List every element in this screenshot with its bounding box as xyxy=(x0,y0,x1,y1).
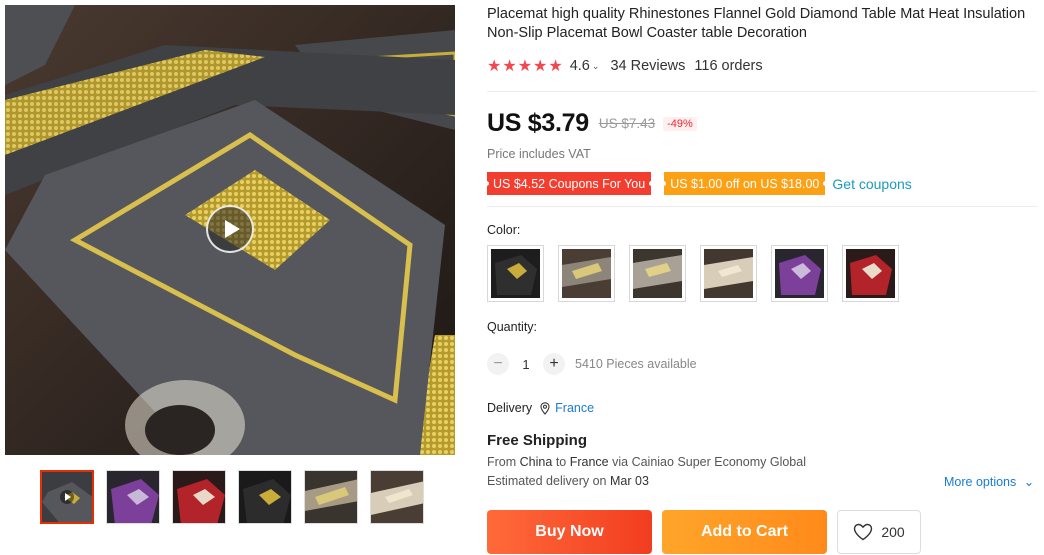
swatch-image xyxy=(704,249,753,298)
quantity-label: Quantity: xyxy=(487,320,538,334)
swatch-image xyxy=(491,249,540,298)
product-title: Placemat high quality Rhinestones Flanne… xyxy=(487,6,1026,41)
swatch-image xyxy=(562,249,611,298)
get-coupons-link[interactable]: Get coupons xyxy=(832,176,911,192)
color-swatch-gray-gold[interactable] xyxy=(558,245,615,302)
color-swatches xyxy=(487,245,899,302)
buy-now-button[interactable]: Buy Now xyxy=(487,510,652,554)
shipping-route: From China to France via Cainiao Super E… xyxy=(487,455,806,469)
divider xyxy=(487,91,1037,92)
thumbnail-purple[interactable] xyxy=(106,470,160,524)
thumbnail-image xyxy=(173,471,225,523)
thumbnail-black[interactable] xyxy=(238,470,292,524)
thumbnail-image xyxy=(305,471,357,523)
divider xyxy=(487,206,1037,207)
shipping-origin: China xyxy=(519,455,553,469)
thumbnail-image xyxy=(107,471,159,523)
swatch-art xyxy=(779,255,821,295)
swatch-image xyxy=(846,249,895,298)
color-label: Color: xyxy=(487,223,521,237)
chevron-down-icon: ⌄ xyxy=(1023,475,1035,489)
reviews-link[interactable]: 34 Reviews xyxy=(610,58,685,74)
eta-date: Mar 03 xyxy=(610,474,649,488)
color-swatch-red[interactable] xyxy=(842,245,899,302)
swatch-art xyxy=(562,257,611,287)
swatch-art xyxy=(495,255,537,295)
orders-count: 116 orders xyxy=(694,58,763,74)
color-swatch-beige[interactable] xyxy=(700,245,757,302)
eta-prefix: Estimated delivery on xyxy=(487,474,607,488)
stock-available: 5410 Pieces available xyxy=(575,357,697,371)
swatch-image xyxy=(633,249,682,298)
color-swatch-gray-light[interactable] xyxy=(629,245,686,302)
coupon-for-you[interactable]: US $4.52 Coupons For You xyxy=(483,172,655,195)
thumbnail-red[interactable] xyxy=(172,470,226,524)
thumbnail-gray[interactable] xyxy=(304,470,358,524)
thumbnail-image xyxy=(239,471,291,523)
price-row: US $3.79 US $7.43 -49% xyxy=(487,109,697,138)
rating-stars: ★★★★★ xyxy=(487,58,564,75)
shipping-to-word: to xyxy=(555,455,567,469)
swatch-image xyxy=(775,249,824,298)
current-price: US $3.79 xyxy=(487,109,589,137)
shipping-carrier: via Cainiao Super Economy Global xyxy=(612,455,806,469)
rating-value[interactable]: 4.6 xyxy=(570,58,590,74)
wishlist-button[interactable]: 200 xyxy=(837,510,921,554)
add-to-cart-button[interactable]: Add to Cart xyxy=(662,510,827,554)
location-pin-icon xyxy=(540,401,550,415)
quantity-increase-button[interactable]: + xyxy=(543,353,565,375)
color-swatch-purple[interactable] xyxy=(771,245,828,302)
wishlist-count: 200 xyxy=(881,524,905,540)
vat-note: Price includes VAT xyxy=(487,147,591,161)
shipping-title: Free Shipping xyxy=(487,432,588,449)
discount-badge: -49% xyxy=(663,116,697,131)
play-video-button[interactable] xyxy=(206,205,254,253)
more-options-label: More options xyxy=(944,475,1017,489)
coupon-store-discount[interactable]: US $1.00 off on US $18.00 xyxy=(661,172,829,195)
play-icon xyxy=(60,490,74,504)
chevron-down-icon[interactable]: ⌄ xyxy=(592,61,600,72)
quantity-decrease-button[interactable]: − xyxy=(487,353,509,375)
thumbnail-strip xyxy=(40,470,424,524)
color-swatch-black[interactable] xyxy=(487,245,544,302)
rating-row: ★★★★★ 4.6 ⌄ 34 Reviews 116 orders xyxy=(487,56,763,76)
coupon-row: US $4.52 Coupons For You US $1.00 off on… xyxy=(483,172,912,195)
shipping-destination: France xyxy=(569,455,609,469)
delivery-label: Delivery xyxy=(487,401,533,415)
quantity-value[interactable]: 1 xyxy=(509,357,543,372)
estimated-delivery: Estimated delivery on Mar 03 xyxy=(487,474,649,488)
thumbnail-video[interactable] xyxy=(40,470,94,524)
delivery-row: Delivery France xyxy=(487,401,594,415)
action-buttons: Buy Now Add to Cart 200 xyxy=(487,510,921,554)
thumbnail-beige[interactable] xyxy=(370,470,424,524)
heart-icon xyxy=(854,523,873,541)
delivery-country-link[interactable]: France xyxy=(555,401,594,415)
thumbnail-image xyxy=(371,471,423,523)
more-shipping-options-link[interactable]: More options ⌄ xyxy=(944,474,1034,489)
product-info-panel: Placemat high quality Rhinestones Flanne… xyxy=(483,5,1037,554)
swatch-art xyxy=(633,255,682,289)
swatch-art xyxy=(704,257,753,289)
quantity-stepper: − 1 + 5410 Pieces available xyxy=(487,353,697,375)
original-price: US $7.43 xyxy=(598,116,656,131)
play-icon xyxy=(224,220,240,238)
shipping-from-prefix: From xyxy=(487,455,517,469)
swatch-art xyxy=(850,255,892,295)
main-product-image[interactable] xyxy=(5,5,455,455)
